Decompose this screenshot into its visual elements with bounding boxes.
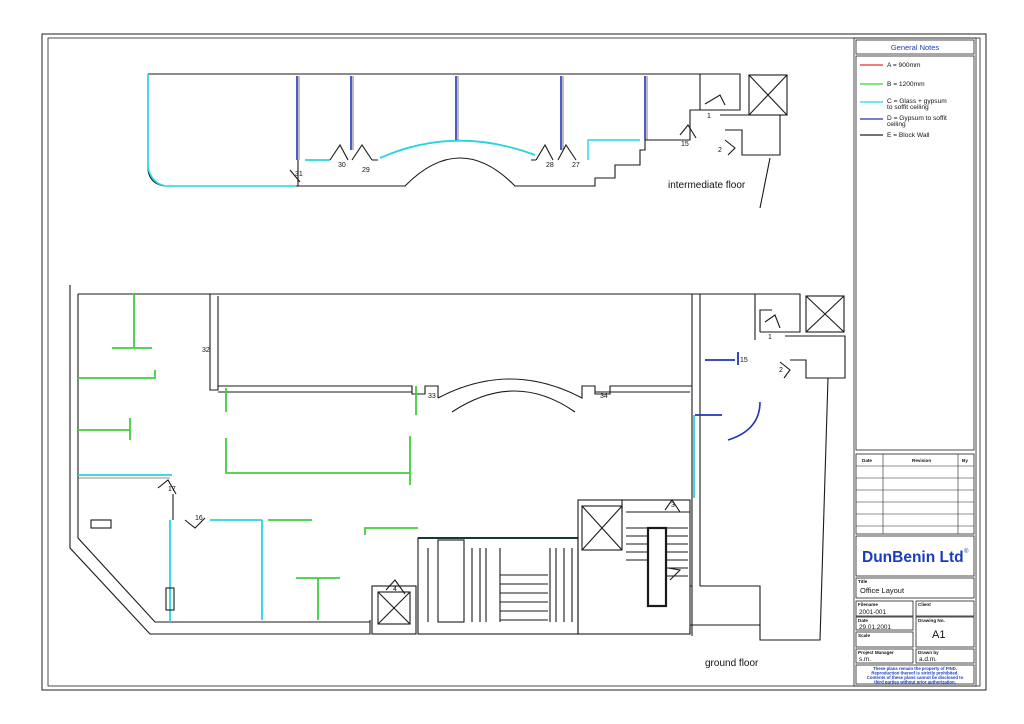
filename-label: Filename [858, 602, 878, 607]
door-label: 2 [779, 367, 783, 374]
legend-item-label: E = Block Wall [887, 132, 930, 139]
legend-item-label-cont: ceiling [887, 121, 906, 128]
outer-border [41, 33, 987, 691]
plan-caption: intermediate floor [668, 180, 746, 191]
inner-border [47, 37, 981, 687]
disclaimer-line: third parties without prior authorizatio… [874, 680, 956, 685]
door-label: 1 [768, 334, 772, 341]
furniture-block [90, 519, 112, 529]
door-label: 3 [671, 502, 675, 509]
drawing-sheet: 31 30 29 28 27 15 1 2 intermediate floor [41, 33, 987, 691]
stair-core-right [577, 499, 691, 635]
scale-label: Scale [858, 633, 870, 638]
company-logo: DunBenin Ltd [862, 549, 964, 566]
legend-items: A = 900mm B = 1200mm C = Glass + gypsum … [860, 62, 947, 139]
door-label: 27 [572, 162, 580, 169]
central-stair [417, 537, 579, 635]
glass-wall-west [147, 74, 296, 187]
plan-caption: ground floor [705, 658, 759, 669]
door-label: 2 [718, 147, 722, 154]
intermediate-floor-plan: 31 30 29 28 27 15 1 2 intermediate floor [147, 73, 788, 209]
date-label: Date [858, 618, 868, 623]
drawing-number-label: Drawing No. [918, 618, 945, 623]
door-label: 16 [195, 515, 203, 522]
drawing-title: Office Layout [860, 586, 905, 595]
drawing-number: A1 [932, 629, 945, 641]
revision-header-revision: Revision [912, 458, 931, 463]
legend-title: General Notes [891, 43, 940, 52]
partitions-1200mm [78, 294, 418, 620]
gypsum-partitions [296, 76, 646, 160]
registered-mark: ® [964, 548, 969, 555]
title-block: General Notes A = 900mm B = 1200mm C = G… [853, 37, 977, 687]
revision-header-by: By [962, 458, 968, 463]
gypsum-partition-right [695, 352, 739, 416]
door-label: 15 [681, 141, 689, 148]
curved-partition [727, 401, 761, 441]
door-label: 17 [168, 486, 176, 493]
door-label: 1 [707, 113, 711, 120]
legend-item-label: A = 900mm [887, 62, 921, 69]
glass-wall-curve [305, 139, 536, 161]
revision-header-date: Date [862, 458, 872, 463]
drawn-by-value: a.d.m. [919, 656, 937, 663]
date-value: 29.01.2001 [859, 624, 891, 631]
door-label: 32 [202, 347, 210, 354]
door-label: 28 [546, 162, 554, 169]
door-label: 15 [740, 357, 748, 364]
project-manager-value: s.m. [859, 656, 871, 663]
door-label: 4 [393, 586, 397, 593]
legend-item-label: B = 1200mm [887, 81, 925, 88]
door-label: 34 [600, 393, 608, 400]
drawn-by-label: Drawn by [918, 650, 939, 655]
glass-walls-ground [78, 474, 263, 622]
door-label: 33 [428, 393, 436, 400]
filename-value: 2001-001 [859, 609, 886, 616]
legend-item-label-cont: to soffit ceiling [887, 104, 929, 111]
door-label: 30 [338, 162, 346, 169]
glass-wall-east [587, 139, 640, 160]
ground-floor-plan: 32 33 34 1 15 2 3 17 16 4 ground floor [69, 285, 846, 669]
door-label: 29 [362, 167, 370, 174]
project-manager-label: Project Manager [858, 650, 894, 655]
door-label: 31 [295, 171, 303, 178]
title-field-label: Title [858, 579, 868, 584]
client-label: Client [918, 602, 931, 607]
